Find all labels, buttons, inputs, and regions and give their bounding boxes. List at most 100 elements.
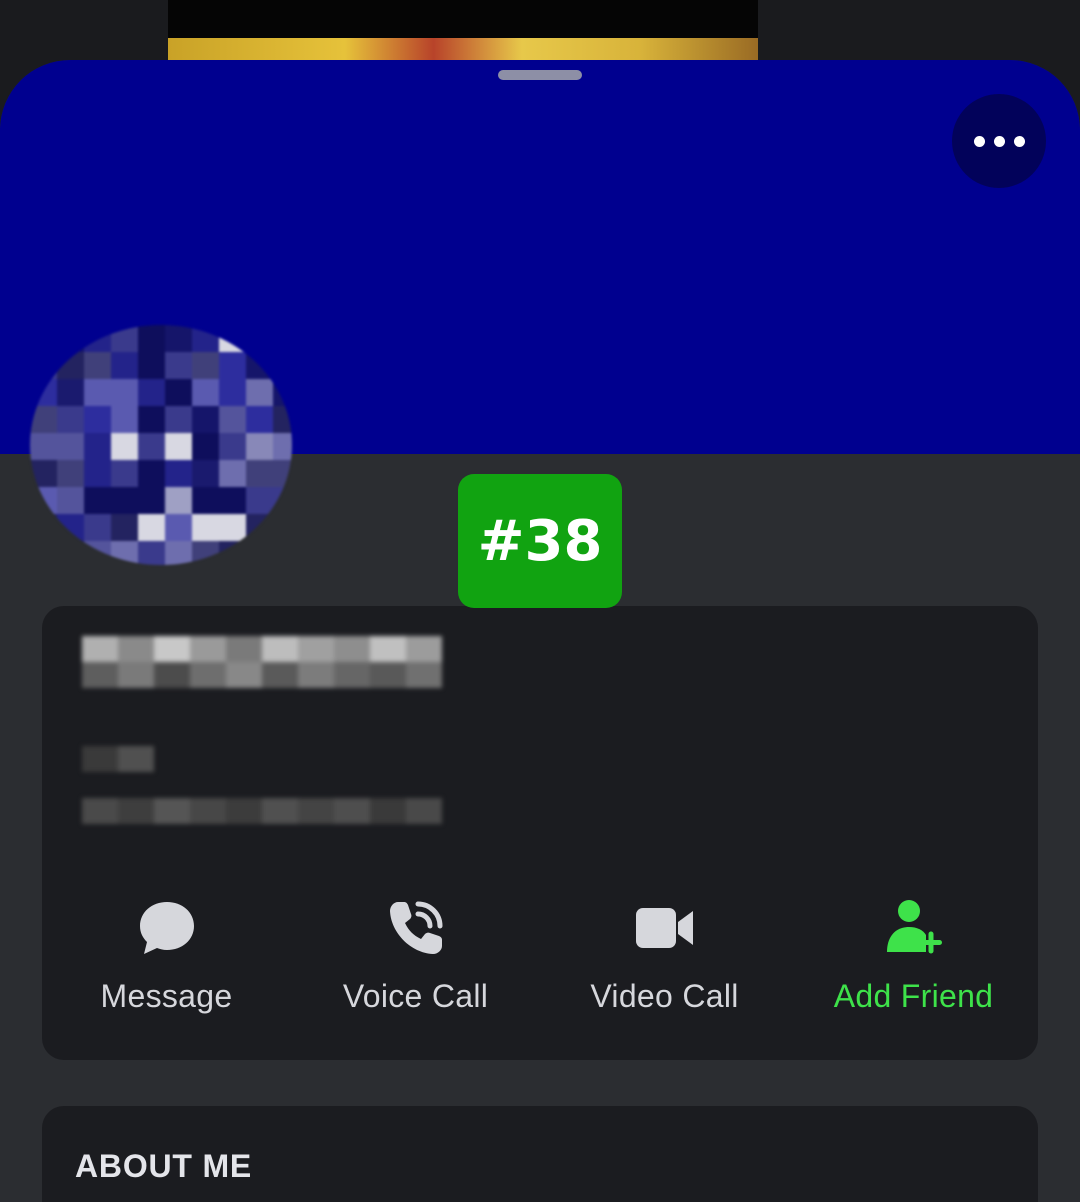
avatar-pixel	[273, 541, 292, 565]
avatar-pixel	[165, 487, 192, 514]
avatar-pixel	[138, 325, 165, 352]
avatar-pixel	[273, 352, 292, 379]
more-options-button[interactable]	[952, 94, 1046, 188]
username-pixel	[190, 636, 226, 662]
avatar-pixel	[57, 460, 84, 487]
avatar-pixel	[84, 541, 111, 565]
avatar-pixel	[111, 433, 138, 460]
username-pixel	[118, 636, 154, 662]
username-pixel	[154, 636, 190, 662]
avatar-pixel	[273, 460, 292, 487]
more-horizontal-icon	[973, 135, 985, 147]
username-pixel	[190, 662, 226, 688]
username-pixel	[262, 798, 298, 824]
username-pixel	[82, 662, 118, 688]
voice-call-button[interactable]: Voice Call	[291, 896, 540, 1026]
avatar-pixel	[165, 514, 192, 541]
username-pixel	[262, 662, 298, 688]
username-redacted	[82, 636, 442, 846]
avatar-pixel	[30, 460, 57, 487]
avatar-pixel	[192, 325, 219, 352]
username-pixel	[154, 662, 190, 688]
avatar-pixel	[84, 433, 111, 460]
avatar-pixel	[138, 487, 165, 514]
avatar-pixel	[57, 487, 84, 514]
avatar-pixel	[246, 352, 273, 379]
avatar-pixel	[246, 325, 273, 352]
avatar-pixel	[192, 433, 219, 460]
avatar-pixel	[273, 514, 292, 541]
avatar-pixel	[192, 379, 219, 406]
avatar-pixel	[111, 352, 138, 379]
avatar-pixel	[219, 325, 246, 352]
username-pixel	[298, 636, 334, 662]
avatar-pixel	[111, 379, 138, 406]
avatar-pixel	[192, 514, 219, 541]
avatar-pixel	[219, 406, 246, 433]
avatar-pixel	[138, 433, 165, 460]
profile-screen: Message Voice Call Video Call Add Friend…	[0, 0, 1080, 1202]
avatar-pixel	[273, 487, 292, 514]
username-pixel	[298, 798, 334, 824]
avatar-pixel	[138, 541, 165, 565]
username-pixel	[118, 798, 154, 824]
avatar-pixel	[165, 460, 192, 487]
video-camera-icon	[633, 896, 697, 960]
avatar-pixel	[219, 541, 246, 565]
avatar-pixel	[165, 352, 192, 379]
avatar-pixel	[84, 460, 111, 487]
avatar-pixel	[57, 406, 84, 433]
avatar-pixel	[111, 487, 138, 514]
add-friend-button[interactable]: Add Friend	[789, 896, 1038, 1026]
video-call-button[interactable]: Video Call	[540, 896, 789, 1026]
avatar-pixel	[273, 325, 292, 352]
avatar-pixel	[165, 325, 192, 352]
step-badge: #38	[458, 474, 622, 608]
avatar-pixel	[246, 514, 273, 541]
avatar-pixel	[138, 352, 165, 379]
avatar-pixel	[165, 379, 192, 406]
avatar-pixel	[57, 541, 84, 565]
username-pixel	[118, 662, 154, 688]
avatar-pixel	[84, 379, 111, 406]
avatar-pixel	[30, 433, 57, 460]
avatar-pixel	[138, 379, 165, 406]
username-pixel	[298, 662, 334, 688]
username-pixel	[406, 798, 442, 824]
avatar-pixel	[111, 541, 138, 565]
chat-bubble-icon	[135, 896, 199, 960]
avatar-pixel	[192, 487, 219, 514]
background-header-strip	[168, 0, 758, 38]
profile-bottom-sheet: Message Voice Call Video Call Add Friend…	[0, 60, 1080, 1202]
username-pixel	[226, 636, 262, 662]
avatar-pixel	[30, 541, 57, 565]
avatar-pixel	[273, 406, 292, 433]
avatar-pixel	[57, 352, 84, 379]
username-pixel	[82, 746, 118, 772]
username-pixel	[190, 798, 226, 824]
avatar-pixel	[219, 379, 246, 406]
username-pixel	[370, 798, 406, 824]
username-pixel	[334, 798, 370, 824]
message-button[interactable]: Message	[42, 896, 291, 1026]
avatar-pixel	[246, 406, 273, 433]
avatar-pixel	[57, 514, 84, 541]
phone-call-icon	[384, 896, 448, 960]
avatar-pixel	[246, 460, 273, 487]
avatar-pixel	[30, 352, 57, 379]
avatar-pixel	[273, 433, 292, 460]
username-pixel	[334, 662, 370, 688]
avatar-pixel	[84, 514, 111, 541]
sheet-drag-handle[interactable]	[498, 70, 582, 80]
avatar-pixel	[138, 406, 165, 433]
avatar-pixel	[84, 406, 111, 433]
avatar-pixel	[219, 460, 246, 487]
avatar-pixel	[273, 379, 292, 406]
avatar-pixel	[246, 433, 273, 460]
username-pixel	[334, 636, 370, 662]
avatar-pixel	[219, 487, 246, 514]
avatar-pixel	[111, 325, 138, 352]
about-me-title: ABOUT ME	[75, 1148, 253, 1184]
avatar-pixel	[219, 352, 246, 379]
avatar[interactable]	[30, 325, 292, 565]
